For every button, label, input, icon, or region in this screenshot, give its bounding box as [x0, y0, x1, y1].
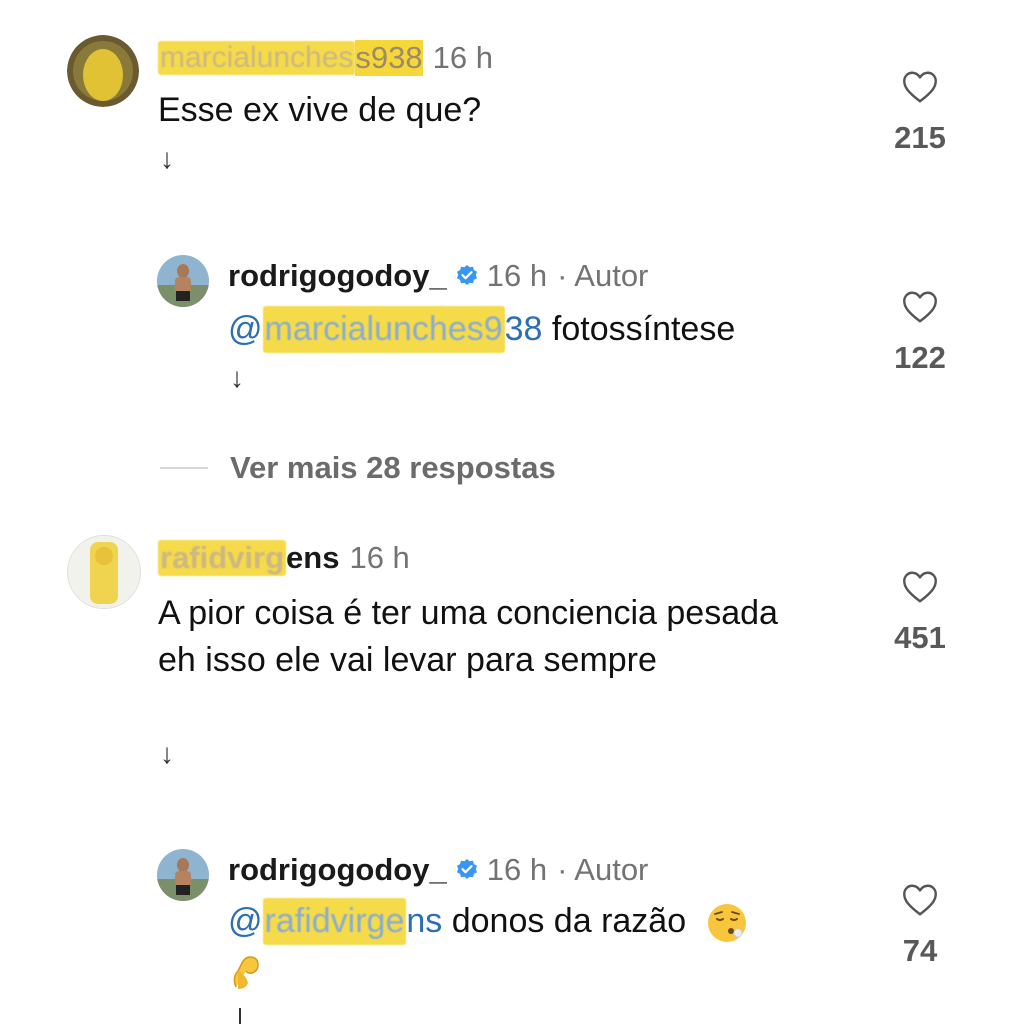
username[interactable]: rodrigogodoy_ [228, 852, 447, 888]
author-avatar-icon [157, 849, 209, 901]
reply-text: fotossíntese [542, 310, 736, 348]
comment-text: @rafidvirgens donos da razão [228, 898, 828, 992]
like-count: 215 [894, 120, 946, 155]
reply-arrow-icon[interactable]: ↓ [230, 362, 244, 394]
like-button[interactable]: 215 [880, 70, 960, 156]
author-tag: · Autor [557, 258, 649, 293]
timestamp: 16 h [486, 258, 548, 293]
timestamp: 16 h [432, 40, 493, 75]
reply-arrow-icon[interactable]: ↓ [160, 143, 174, 175]
username[interactable]: s938 [355, 40, 423, 76]
view-more-replies[interactable]: Ver mais 28 respostas [160, 450, 556, 486]
heart-icon[interactable] [902, 290, 938, 324]
view-more-replies-label[interactable]: Ver mais 28 respostas [230, 450, 556, 486]
heart-icon[interactable] [902, 70, 938, 104]
user-avatar-icon [68, 536, 140, 608]
mention-handle: 38 [504, 310, 543, 348]
mention-handle: ns [406, 902, 443, 940]
heart-icon[interactable] [902, 883, 938, 917]
pinching-hand-emoji [233, 956, 259, 990]
username[interactable]: rodrigogodoy_ [228, 258, 447, 294]
mention-redacted: marcialunches9 [262, 306, 505, 353]
like-button[interactable]: 122 [880, 290, 960, 376]
avatar[interactable] [67, 35, 139, 107]
username-redacted: rafidvirg [158, 540, 287, 576]
reply-arrow-icon[interactable] [239, 1008, 241, 1024]
verified-badge-icon [456, 265, 477, 285]
user-avatar-icon [67, 35, 139, 107]
verified-badge-icon [456, 859, 477, 879]
comment-text: Esse ex vive de que? [158, 91, 482, 129]
mention-redacted: rafidvirge [262, 898, 407, 945]
mention-prefix: @ [228, 310, 263, 348]
username[interactable]: ens [286, 540, 339, 576]
author-avatar-icon [157, 255, 209, 307]
like-count: 74 [902, 933, 938, 968]
avatar[interactable] [67, 535, 141, 609]
comment-text: @marcialunches938 fotossíntese [228, 306, 735, 353]
avatar[interactable] [157, 255, 209, 307]
comment-text: A pior coisa é ter uma conciencia pesada… [158, 594, 778, 679]
like-count: 122 [894, 340, 946, 375]
reply-arrow-icon[interactable]: ↓ [160, 738, 174, 770]
avatar[interactable] [157, 849, 209, 901]
reply-text: donos da razão [442, 902, 687, 940]
like-button[interactable]: 451 [880, 570, 960, 656]
divider [160, 467, 208, 469]
mention-link[interactable]: @rafidvirgens [228, 898, 443, 945]
heart-icon[interactable] [902, 570, 938, 604]
mention-prefix: @ [228, 902, 263, 940]
author-tag: · Autor [557, 852, 649, 887]
like-button[interactable]: 74 [880, 883, 960, 969]
exhaling-face-emoji [707, 904, 746, 943]
mention-link[interactable]: @marcialunches938 [228, 306, 543, 353]
like-count: 451 [894, 620, 946, 655]
timestamp: 16 h [349, 540, 410, 575]
username-redacted: marcialunches [158, 41, 356, 75]
timestamp: 16 h [486, 852, 548, 887]
